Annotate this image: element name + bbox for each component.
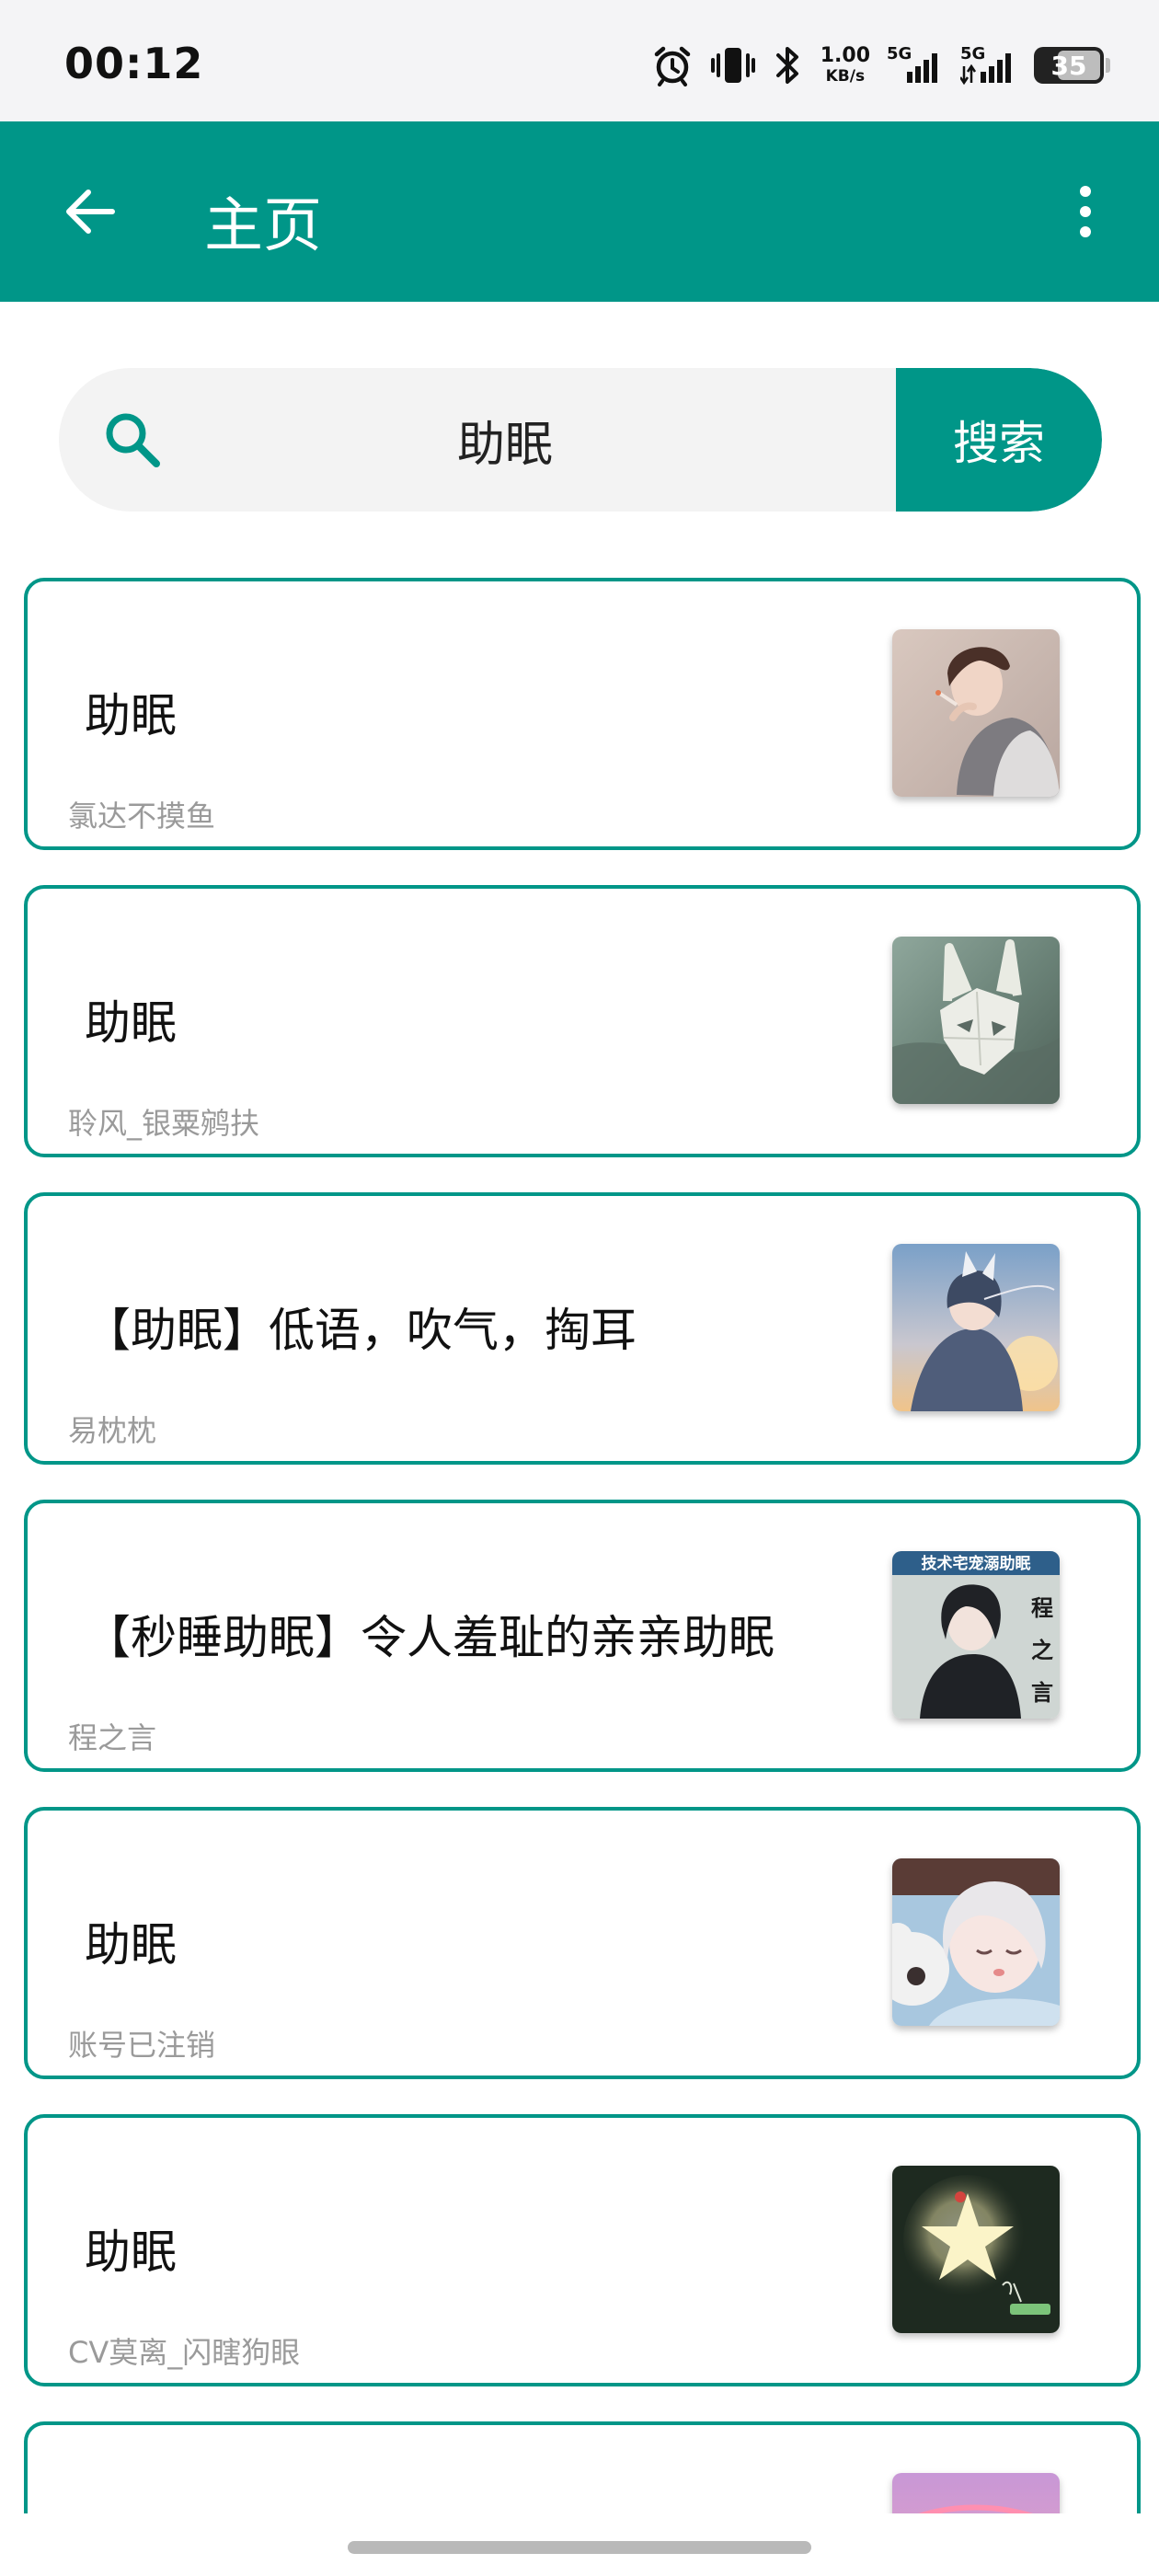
list-item[interactable]: 助眠 账号已注销	[24, 1807, 1141, 2079]
cover-side-char: 之	[1031, 1638, 1053, 1663]
item-author: 账号已注销	[68, 2028, 216, 2063]
cover-side-char: 言	[1031, 1680, 1053, 1706]
item-author: 氯达不摸鱼	[68, 799, 216, 834]
item-title: 【秒睡助眠】令人羞耻的亲亲助眠	[85, 1611, 775, 1664]
item-thumbnail	[892, 937, 1060, 1104]
item-title: 【助眠】低语，吹气，掏耳	[85, 1304, 637, 1357]
item-thumbnail	[892, 1244, 1060, 1411]
home-indicator[interactable]	[348, 2541, 811, 2554]
item-thumbnail	[892, 2473, 1060, 2513]
item-author: 易枕枕	[68, 1413, 157, 1448]
item-author: CV莫离_闪瞎狗眼	[68, 2335, 301, 2370]
item-thumbnail	[892, 2166, 1060, 2333]
list-item[interactable]: 助眠 CV莫离_闪瞎狗眼	[24, 2114, 1141, 2386]
cover-side-char: 程	[1031, 1595, 1053, 1621]
item-thumbnail	[892, 629, 1060, 797]
list-item[interactable]	[24, 2421, 1141, 2513]
item-thumbnail	[892, 1858, 1060, 2026]
cover-banner-text: 技术宅宠溺助眠	[922, 1554, 1031, 1573]
item-author: 程之言	[68, 1720, 157, 1755]
item-title	[85, 2425, 885, 2513]
list-item[interactable]: 【助眠】低语，吹气，掏耳 易枕枕	[24, 1192, 1141, 1465]
results-list: 助眠 氯达不摸鱼 助眠 聆风_银粟鹓扶 【助眠】低语，吹气，掏耳 易枕枕 【秒睡…	[0, 0, 1159, 2513]
item-author: 聆风_银粟鹓扶	[68, 1106, 260, 1141]
list-item[interactable]: 助眠 氯达不摸鱼	[24, 578, 1141, 850]
item-thumbnail: 技术宅宠溺助眠 程 之 言	[892, 1551, 1060, 1719]
list-item[interactable]: 助眠 聆风_银粟鹓扶	[24, 885, 1141, 1157]
battery-level: 35	[1050, 50, 1087, 81]
list-item[interactable]: 【秒睡助眠】令人羞耻的亲亲助眠 程之言 技术宅宠溺助眠 程 之 言	[24, 1500, 1141, 1772]
